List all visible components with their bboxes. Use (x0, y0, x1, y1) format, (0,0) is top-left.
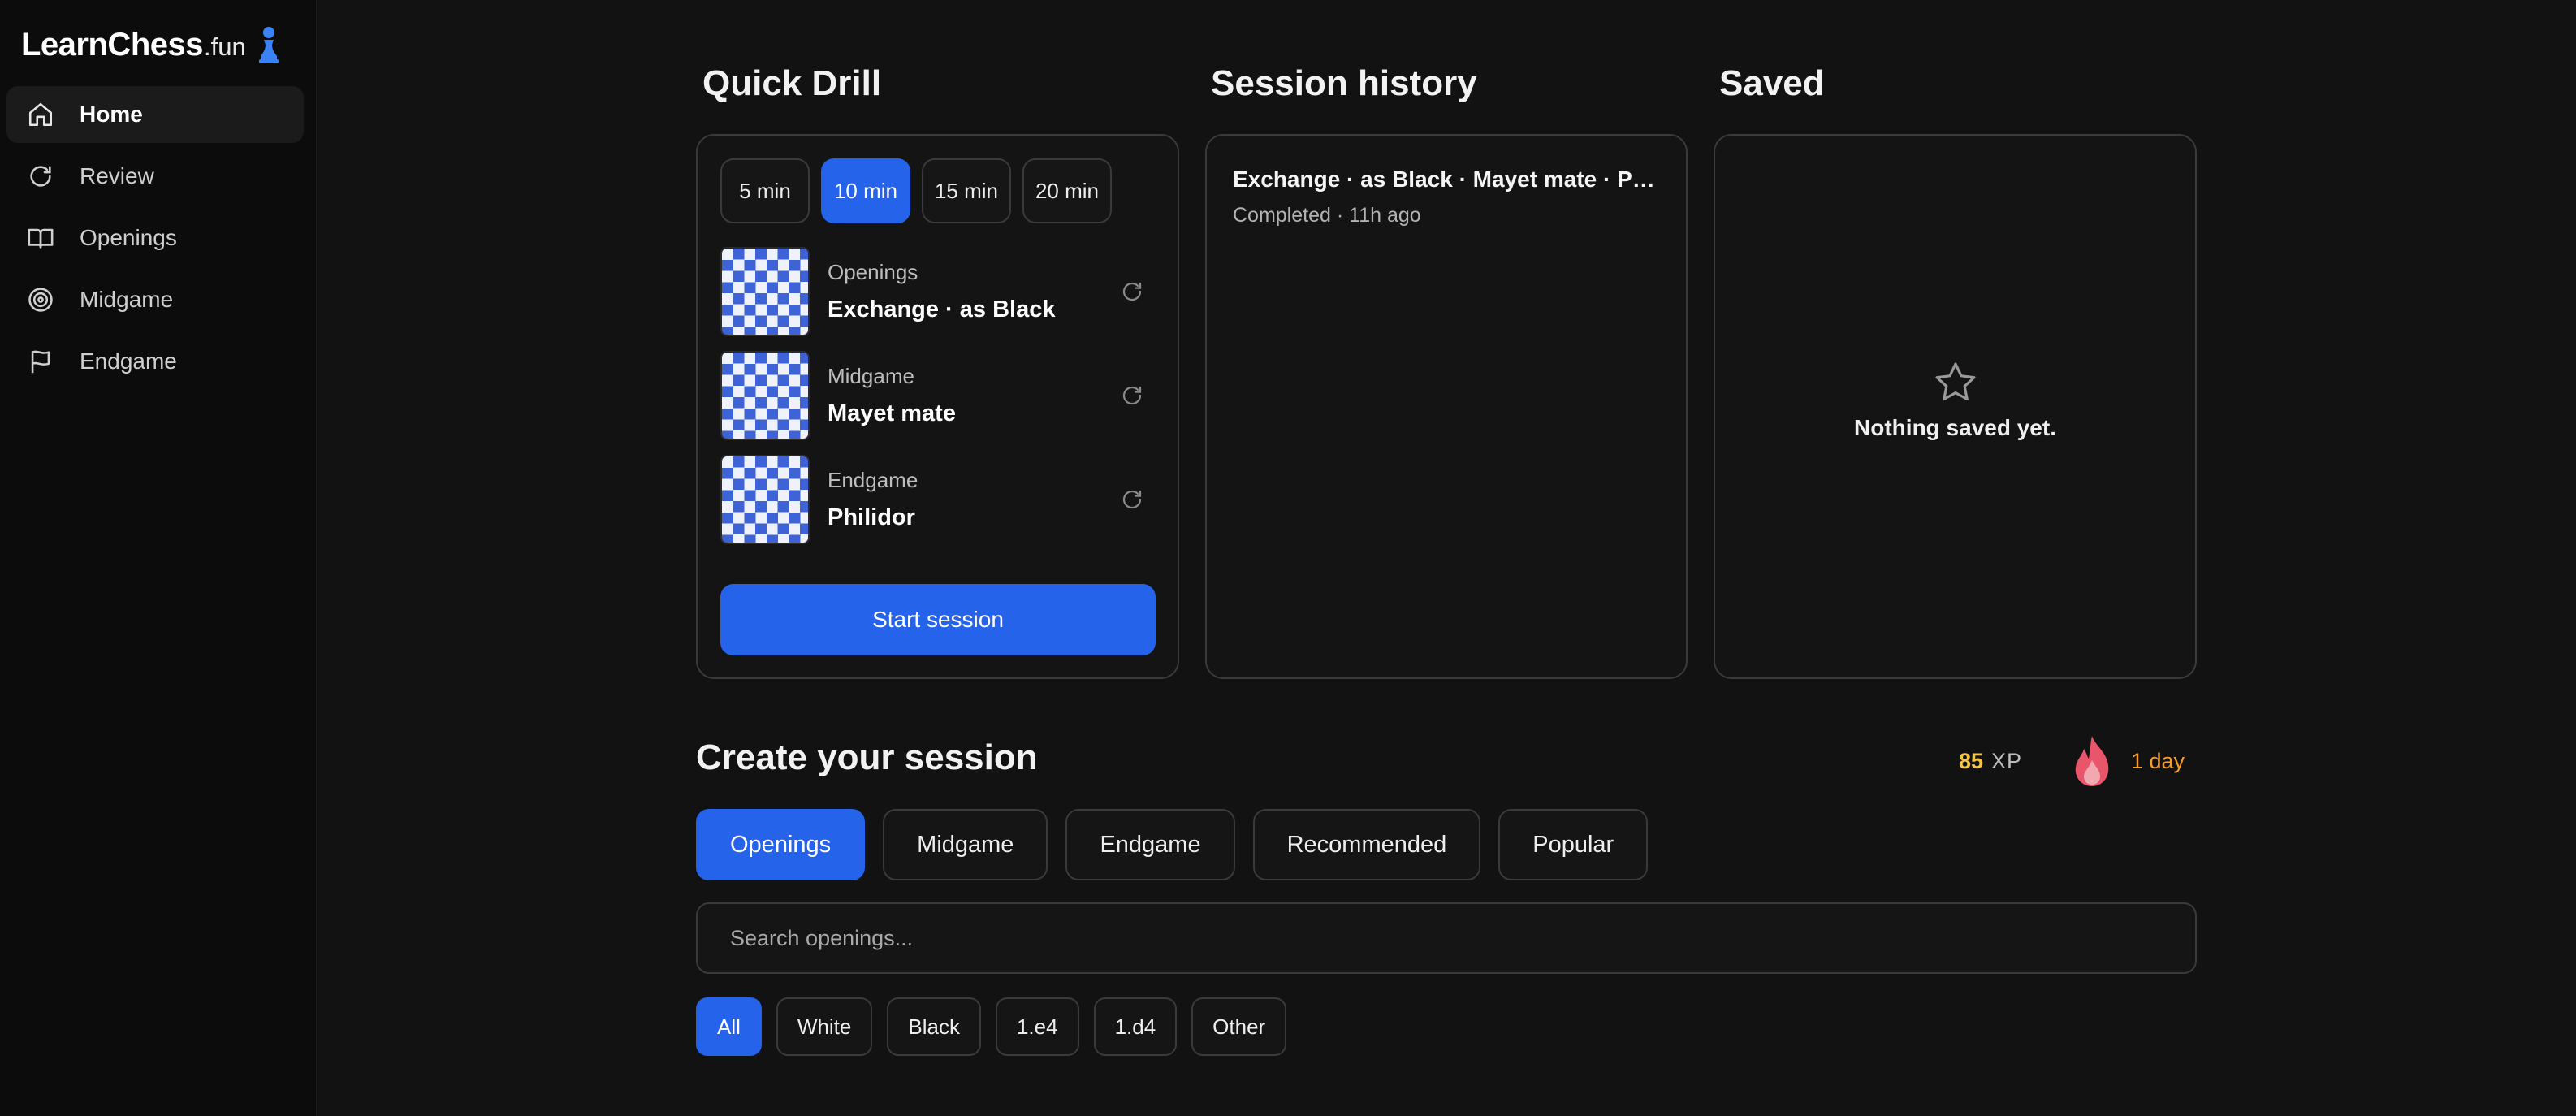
sidebar-item-review[interactable]: Review (6, 148, 304, 205)
quick-drill-card: 5 min 10 min 15 min 20 min Openings Exch… (696, 134, 1179, 679)
duration-selector: 5 min 10 min 15 min 20 min (720, 158, 1112, 223)
star-icon (1934, 362, 1976, 401)
refresh-icon (24, 160, 57, 192)
drill-row-midgame[interactable]: Midgame Mayet mate (720, 350, 1151, 441)
category-tabs: Openings Midgame Endgame Recommended Pop… (696, 809, 1649, 880)
drill-name: Mayet mate (828, 400, 956, 426)
duration-10-min[interactable]: 10 min (821, 158, 910, 223)
filter-chips: All White Black 1.e4 1.d4 Other (696, 997, 1287, 1056)
sidebar-item-endgame[interactable]: Endgame (6, 333, 304, 390)
drill-info: Midgame Mayet mate (828, 364, 1118, 427)
tab-openings[interactable]: Openings (696, 809, 866, 880)
drill-name: Philidor (828, 504, 915, 530)
start-session-button[interactable]: Start session (720, 584, 1156, 655)
history-item[interactable]: Exchange · as Black · Mayet mate · Phili… (1233, 167, 1663, 227)
drill-row-endgame[interactable]: Endgame Philidor (720, 454, 1151, 545)
duration-15-min[interactable]: 15 min (922, 158, 1011, 223)
sidebar-item-openings[interactable]: Openings (6, 210, 304, 266)
xp-unit: XP (1991, 749, 2023, 773)
pawn-icon (258, 27, 279, 63)
sidebar-item-label: Openings (80, 225, 177, 250)
duration-20-min[interactable]: 20 min (1022, 158, 1112, 223)
sidebar-item-label: Midgame (80, 287, 174, 312)
filter-e4[interactable]: 1.e4 (995, 997, 1079, 1056)
home-icon (24, 98, 57, 131)
sidebar-item-label: Home (80, 102, 143, 127)
xp-value: 85 (1959, 749, 1984, 773)
sidebar-item-home[interactable]: Home (6, 86, 304, 143)
drill-row-openings[interactable]: Openings Exchange · as Black (720, 246, 1151, 337)
saved-title: Saved (1719, 63, 1825, 103)
filter-black[interactable]: Black (887, 997, 981, 1056)
sidebar-item-label: Review (80, 163, 154, 188)
logo[interactable]: LearnChess .fun (21, 23, 282, 67)
session-history-title: Session history (1211, 63, 1477, 103)
separator-dot: · (1336, 204, 1350, 227)
history-item-status: Completed (1233, 204, 1331, 227)
sidebar-item-midgame[interactable]: Midgame (6, 271, 304, 328)
fire-icon (2075, 736, 2109, 786)
target-icon (24, 283, 57, 316)
drill-category: Openings (828, 260, 918, 284)
flag-icon (24, 345, 57, 378)
reroll-icon[interactable] (1118, 382, 1146, 409)
chess-board-thumbnail (720, 247, 810, 336)
tab-popular[interactable]: Popular (1498, 809, 1649, 880)
xp-counter: 85 XP (1959, 749, 2022, 774)
chess-board-thumbnail (720, 351, 810, 440)
session-history-card: Exchange · as Black · Mayet mate · Phili… (1205, 134, 1688, 679)
saved-empty-state: Nothing saved yet. (1715, 359, 2195, 441)
quick-drill-title: Quick Drill (702, 63, 882, 103)
filter-other[interactable]: Other (1191, 997, 1287, 1056)
tab-midgame[interactable]: Midgame (883, 809, 1048, 880)
saved-empty-text: Nothing saved yet. (1854, 415, 2056, 440)
duration-5-min[interactable]: 5 min (720, 158, 810, 223)
history-item-title: Exchange · as Black · Mayet mate · Phili… (1233, 167, 1663, 192)
streak-value: 1 day (2131, 748, 2185, 773)
tab-endgame[interactable]: Endgame (1065, 809, 1235, 880)
drill-name: Exchange · as Black (828, 296, 1056, 322)
sidebar-nav: Home Review Openings Midgame Endgame (6, 86, 304, 395)
logo-tld: .fun (203, 32, 246, 61)
filter-d4[interactable]: 1.d4 (1093, 997, 1178, 1056)
drill-category: Midgame (828, 364, 914, 388)
streak-counter: 1 day (2071, 734, 2185, 788)
create-session-title: Create your session (696, 738, 1038, 777)
history-item-meta: Completed · 11h ago (1233, 204, 1663, 227)
history-item-time: 11h ago (1349, 204, 1421, 227)
app-root: LearnChess .fun Home Review Openings Mid… (0, 0, 2576, 1116)
chess-board-thumbnail (720, 455, 810, 544)
sidebar-item-label: Endgame (80, 348, 177, 374)
tab-recommended[interactable]: Recommended (1252, 809, 1481, 880)
reroll-icon[interactable] (1118, 278, 1146, 305)
search-input[interactable] (696, 902, 2197, 974)
filter-all[interactable]: All (696, 997, 762, 1056)
drill-info: Openings Exchange · as Black (828, 260, 1118, 323)
drill-category: Endgame (828, 468, 918, 492)
reroll-icon[interactable] (1118, 486, 1146, 513)
logo-name: LearnChess (21, 26, 203, 63)
sidebar: LearnChess .fun Home Review Openings Mid… (0, 0, 317, 1116)
saved-card: Nothing saved yet. (1714, 134, 2197, 679)
book-icon (24, 222, 57, 254)
drill-info: Endgame Philidor (828, 468, 1118, 531)
filter-white[interactable]: White (776, 997, 873, 1056)
